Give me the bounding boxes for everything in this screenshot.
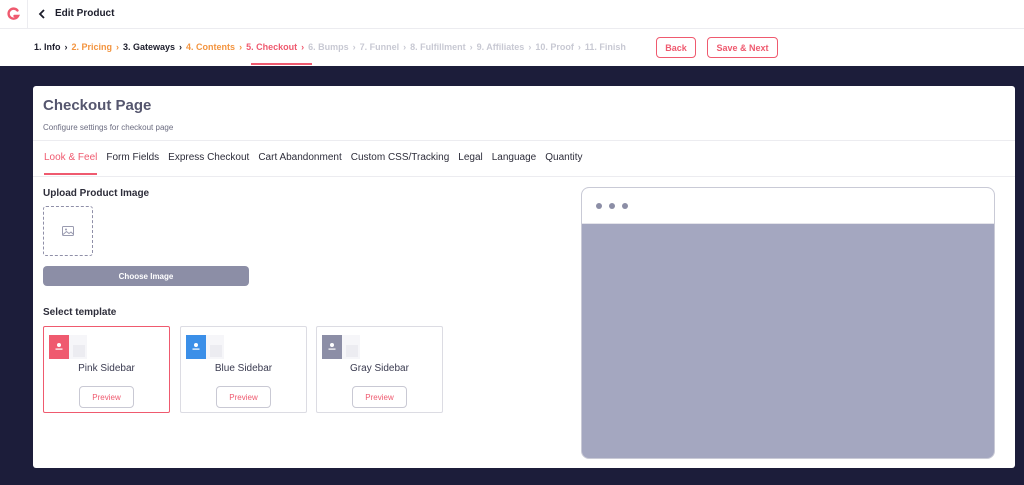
step-gateways[interactable]: 3. Gateways ›	[123, 41, 186, 53]
tab-legal[interactable]: Legal	[458, 152, 482, 164]
page-title: Edit Product	[55, 8, 115, 19]
active-step-indicator	[251, 63, 312, 65]
back-button[interactable]: Back	[656, 37, 696, 58]
tab-express-checkout[interactable]: Express Checkout	[168, 152, 249, 164]
step-finish[interactable]: 11. Finish	[585, 41, 626, 53]
step-checkout[interactable]: 5. Checkout ›	[246, 41, 308, 53]
back-arrow-icon[interactable]	[36, 7, 48, 21]
chevron-right-icon: ›	[577, 42, 581, 52]
divider	[33, 140, 1015, 141]
step-affiliates[interactable]: 9. Affiliates ›	[477, 41, 536, 53]
step-pricing[interactable]: 2. Pricing ›	[72, 41, 124, 53]
step-progress: 1. Info › 2. Pricing › 3. Gateways › 4. Con…	[34, 40, 626, 54]
template-name: Gray Sidebar	[350, 363, 409, 374]
step-contents[interactable]: 4. Contents ›	[186, 41, 246, 53]
template-card-pink-sidebar[interactable]: Pink Sidebar Preview	[43, 326, 170, 413]
image-upload-dropzone[interactable]	[43, 206, 93, 256]
avatar-icon	[186, 335, 206, 359]
preview-button[interactable]: Preview	[79, 386, 134, 408]
chevron-right-icon: ›	[528, 42, 532, 52]
step-bumps[interactable]: 6. Bumps ›	[308, 41, 360, 53]
chevron-right-icon: ›	[239, 42, 243, 52]
app-logo	[0, 0, 28, 28]
preview-button[interactable]: Preview	[216, 386, 271, 408]
step-funnel[interactable]: 7. Funnel ›	[360, 41, 411, 53]
avatar-icon	[322, 335, 342, 359]
image-placeholder-icon	[62, 226, 74, 236]
card-title: Checkout Page	[43, 97, 152, 114]
settings-tabs: Look & Feel Form Fields Express Checkout…	[44, 152, 591, 164]
choose-image-button[interactable]: Choose Image	[43, 266, 249, 286]
avatar-icon	[49, 335, 69, 359]
tab-quantity[interactable]: Quantity	[545, 152, 582, 164]
divider	[33, 176, 1015, 177]
window-dot-icon	[622, 203, 628, 209]
card-subtitle: Configure settings for checkout page	[43, 123, 174, 132]
top-header: Edit Product 1. Info › 2. Pricing › 3. Gat…	[0, 0, 1024, 66]
chevron-right-icon: ›	[352, 42, 356, 52]
chevron-right-icon: ›	[403, 42, 407, 52]
tab-custom-css-tracking[interactable]: Custom CSS/Tracking	[351, 152, 450, 164]
save-next-button[interactable]: Save & Next	[707, 37, 778, 58]
title-bar: Edit Product	[0, 0, 1024, 29]
step-proof[interactable]: 10. Proof ›	[535, 41, 585, 53]
preview-button[interactable]: Preview	[352, 386, 407, 408]
logo-icon	[6, 7, 20, 20]
template-card-blue-sidebar[interactable]: Blue Sidebar Preview	[180, 326, 307, 413]
chevron-right-icon: ›	[64, 42, 68, 52]
step-fulfillment[interactable]: 8. Fulfillment ›	[410, 41, 477, 53]
template-thumbnail	[322, 335, 360, 359]
active-tab-indicator	[44, 173, 97, 175]
tab-form-fields[interactable]: Form Fields	[106, 152, 159, 164]
template-thumbnail	[186, 335, 224, 359]
select-template-label: Select template	[43, 307, 117, 318]
tab-look-and-feel[interactable]: Look & Feel	[44, 152, 97, 164]
browser-toolbar	[582, 188, 994, 224]
template-card-gray-sidebar[interactable]: Gray Sidebar Preview	[316, 326, 443, 413]
tab-cart-abandonment[interactable]: Cart Abandonment	[258, 152, 341, 164]
chevron-right-icon: ›	[469, 42, 473, 52]
chevron-right-icon: ›	[179, 42, 183, 52]
step-info[interactable]: 1. Info ›	[34, 41, 72, 53]
tab-language[interactable]: Language	[492, 152, 537, 164]
template-thumbnail	[49, 335, 87, 359]
chevron-right-icon: ›	[116, 42, 120, 52]
chevron-right-icon: ›	[301, 42, 305, 52]
window-dot-icon	[609, 203, 615, 209]
upload-image-label: Upload Product Image	[43, 188, 150, 199]
template-name: Blue Sidebar	[214, 363, 273, 374]
window-dot-icon	[596, 203, 602, 209]
checkout-preview-window	[581, 187, 995, 459]
template-name: Pink Sidebar	[78, 363, 135, 374]
checkout-settings-card: Checkout Page Configure settings for che…	[33, 86, 1015, 468]
